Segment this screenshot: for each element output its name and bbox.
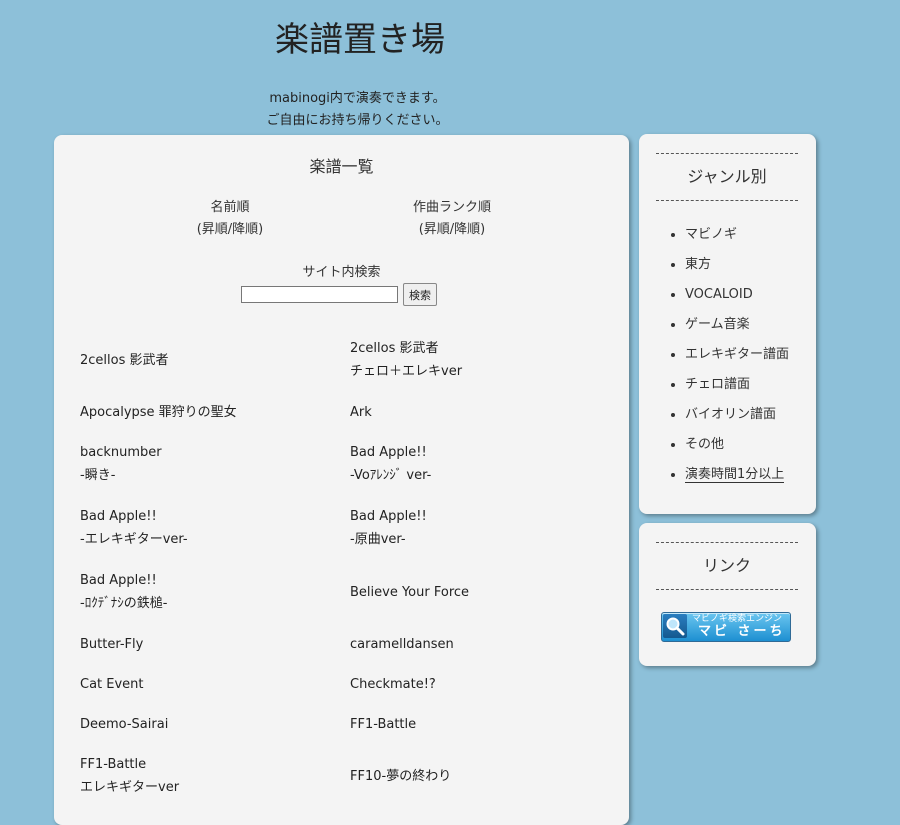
score-row: Deemo-Sairai FF1-Battle xyxy=(80,704,620,744)
score-title-line: Bad Apple!! xyxy=(80,509,157,524)
score-title-line: FF1-Battle xyxy=(350,716,417,732)
score-link[interactable]: Deemo-Sairai xyxy=(80,704,350,744)
tagline-line-1: mabinogi内で演奏できます。 xyxy=(269,91,446,106)
score-title-line: FF1-Battle xyxy=(80,757,147,772)
site-search-form: 検索 xyxy=(241,283,437,306)
score-row: Apocalypse 罪狩りの聖女 Ark xyxy=(80,392,620,432)
score-title-line: 2cellos 影武者 xyxy=(350,341,439,356)
genre-item[interactable]: 演奏時間1分以上 xyxy=(685,460,789,490)
genre-item[interactable]: バイオリン譜面 xyxy=(685,400,789,430)
score-title-line: caramelldansen xyxy=(350,636,454,652)
genre-item-label: その他 xyxy=(685,437,725,452)
score-title-line: Ark xyxy=(350,404,372,420)
site-search-input[interactable] xyxy=(241,286,398,303)
score-row: Bad Apple!! -ﾛｸﾃﾞﾅｼの鉄槌- Believe Your Force xyxy=(80,560,620,624)
score-link[interactable]: backnumber -瞬き- xyxy=(80,432,350,496)
score-title-line: -エレキギターver- xyxy=(80,532,188,547)
score-row: backnumber -瞬き- Bad Apple!! -Voｱﾚﾝｼﾞ ver- xyxy=(80,432,620,496)
score-link[interactable]: Butter-Fly xyxy=(80,624,350,664)
score-title-line: FF10-夢の終わり xyxy=(350,768,452,784)
score-title-line: Believe Your Force xyxy=(350,584,470,600)
score-title-line: Checkmate!? xyxy=(350,676,436,692)
score-title-line: -Voｱﾚﾝｼﾞ ver- xyxy=(350,468,432,483)
score-link[interactable]: caramelldansen xyxy=(350,624,620,664)
genre-item[interactable]: チェロ譜面 xyxy=(685,370,789,400)
score-list-title: 楽譜一覧 xyxy=(309,157,374,176)
genre-item[interactable]: VOCALOID xyxy=(685,280,789,310)
genre-item[interactable]: ゲーム音楽 xyxy=(685,310,789,340)
genre-item[interactable]: エレキギター譜面 xyxy=(685,340,789,370)
score-title-line: Apocalypse 罪狩りの聖女 xyxy=(80,404,237,420)
mabi-search-banner-link[interactable]: マビノギ検索エンジン マビ さーち xyxy=(661,612,791,642)
sort-by-name-label[interactable]: 名前順 xyxy=(130,197,330,219)
score-title-line: Deemo-Sairai xyxy=(80,716,169,732)
score-title-line: -瞬き- xyxy=(80,468,116,483)
score-link[interactable]: FF1-Battle エレキギターver xyxy=(80,744,350,808)
score-link[interactable]: 2cellos 影武者チェロ＋エレキver xyxy=(350,328,620,392)
site-tagline: mabinogi内で演奏できます。 ご自由にお持ち帰りください。 xyxy=(0,88,715,132)
genre-item-label: VOCALOID xyxy=(685,287,753,302)
score-link[interactable]: Bad Apple!! -原曲ver- xyxy=(350,496,620,560)
score-title-line: -ﾛｸﾃﾞﾅｼの鉄槌- xyxy=(80,596,168,611)
score-title-line: Bad Apple!! xyxy=(350,445,427,460)
sort-by-rank-order-links[interactable]: (昇順/降順) xyxy=(352,219,552,241)
score-link[interactable]: Bad Apple!! -ﾛｸﾃﾞﾅｼの鉄槌- xyxy=(80,560,350,624)
score-title-line: 2cellos 影武者 xyxy=(80,352,169,368)
search-button[interactable]: 検索 xyxy=(403,283,437,306)
sort-by-rank-label[interactable]: 作曲ランク順 xyxy=(352,197,552,219)
genre-item-label: 演奏時間1分以上 xyxy=(685,467,785,483)
genre-item-label: ゲーム音楽 xyxy=(685,317,750,332)
link-heading: リンク xyxy=(656,542,798,590)
site-title: 楽譜置き場 xyxy=(275,20,445,60)
score-row: Cat Event Checkmate!? xyxy=(80,664,620,704)
score-link[interactable]: Bad Apple!! -エレキギターver- xyxy=(80,496,350,560)
genre-item-label: マビノギ xyxy=(685,227,738,242)
score-list: 2cellos 影武者 2cellos 影武者 チェロ＋エレキver Apocalyp… xyxy=(80,328,620,808)
score-link[interactable]: Checkmate!? xyxy=(350,664,620,704)
score-title-line: Bad Apple!! xyxy=(80,573,157,588)
sort-by-name: 名前順 (昇順/降順) xyxy=(130,197,330,241)
score-link[interactable]: FF1-Battle xyxy=(350,704,620,744)
tagline-line-2: ご自由にお持ち帰りください。 xyxy=(266,113,449,128)
score-row: FF1-Battle エレキギターver FF10-夢の終わり xyxy=(80,744,620,808)
score-link[interactable]: 2cellos 影武者 xyxy=(80,328,350,392)
score-title-line: エレキギターver xyxy=(80,780,180,795)
score-link[interactable]: Apocalypse 罪狩りの聖女 xyxy=(80,392,350,432)
sort-by-name-order-links[interactable]: (昇順/降順) xyxy=(130,219,330,241)
score-title-line: backnumber xyxy=(80,445,162,460)
sort-by-rank: 作曲ランク順 (昇順/降順) xyxy=(352,197,552,241)
genre-item-label: チェロ譜面 xyxy=(685,377,751,392)
score-title-line: -原曲ver- xyxy=(350,532,406,547)
site-search-label: サイト内検索 xyxy=(302,265,381,280)
genre-item[interactable]: マビノギ xyxy=(685,220,789,250)
magnifier-icon xyxy=(663,614,687,638)
genre-item[interactable]: その他 xyxy=(685,430,789,460)
score-link[interactable]: Bad Apple!! -Voｱﾚﾝｼﾞ ver- xyxy=(350,432,620,496)
score-row: Bad Apple!! -エレキギターver- Bad Apple!! -原曲ver- xyxy=(80,496,620,560)
score-title-line: Butter-Fly xyxy=(80,636,144,652)
score-link[interactable]: Believe Your Force xyxy=(350,560,620,624)
genre-panel: ジャンル別 マビノギ東方 VOCALOID ゲーム音楽エレキギター譜面チェロ譜面バイ… xyxy=(639,134,816,514)
genre-item-label: 東方 xyxy=(685,257,712,272)
link-panel: リンク マビノギ検索エンジン マビ さーち xyxy=(639,523,816,666)
score-link[interactable]: FF10-夢の終わり xyxy=(350,744,620,808)
banner-big-text: マビ さーち xyxy=(698,624,786,639)
score-link[interactable]: Cat Event xyxy=(80,664,350,704)
score-list-panel: 楽譜一覧 名前順 (昇順/降順) 作曲ランク順 (昇順/降順) サイト内検索 検… xyxy=(54,135,629,825)
genre-item-label: エレキギター譜面 xyxy=(685,347,790,362)
genre-item[interactable]: 東方 xyxy=(685,250,789,280)
genre-heading: ジャンル別 xyxy=(656,153,798,201)
score-link[interactable]: Ark xyxy=(350,392,620,432)
score-title-line: チェロ＋エレキver xyxy=(350,364,463,379)
score-title-line: Bad Apple!! xyxy=(350,509,427,524)
genre-item-label: バイオリン譜面 xyxy=(685,407,777,422)
score-row: Butter-Fly caramelldansen xyxy=(80,624,620,664)
score-title-line: Cat Event xyxy=(80,676,144,692)
genre-list: マビノギ東方 VOCALOID ゲーム音楽エレキギター譜面チェロ譜面バイオリン譜面そ… xyxy=(665,220,789,490)
score-row: 2cellos 影武者 2cellos 影武者 チェロ＋エレキver xyxy=(80,328,620,392)
